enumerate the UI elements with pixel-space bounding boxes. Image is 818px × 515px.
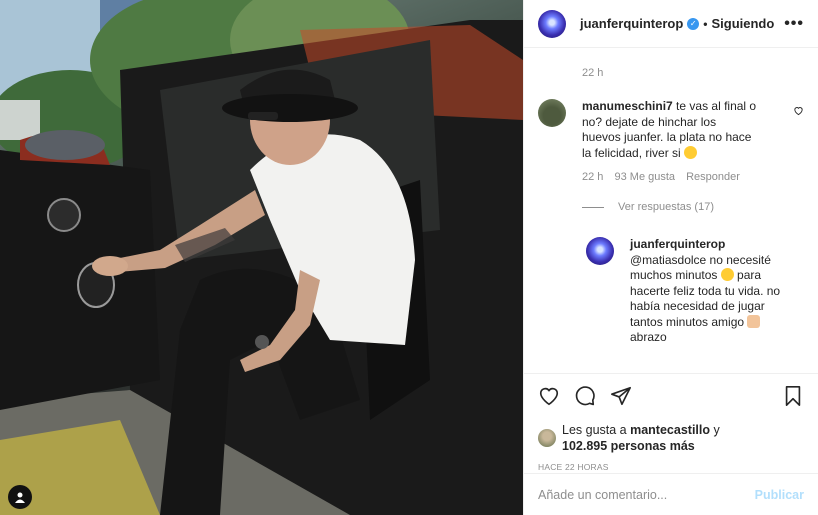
commenter-avatar[interactable] <box>538 99 566 127</box>
likes-prefix: Les gusta a <box>562 423 631 437</box>
comment-meta: 22 h 93 Me gusta Responder <box>582 170 757 186</box>
post-photo-illustration <box>0 0 523 515</box>
comment-icon[interactable] <box>574 385 596 407</box>
liker-username[interactable]: mantecastillo <box>630 423 710 437</box>
user-tag-icon <box>15 492 25 503</box>
view-replies-button[interactable]: Ver respuestas (17) <box>582 201 714 213</box>
share-icon[interactable] <box>610 385 632 407</box>
more-options-icon[interactable]: ••• <box>784 15 804 33</box>
comment-item: manumeschini7 te vas al final o no? deja… <box>538 99 804 186</box>
thumbs-up-emoji-icon <box>747 314 761 328</box>
post-actions: Les gusta a mantecastillo y 102.895 pers… <box>524 373 818 472</box>
comment-time: 22 h <box>582 171 604 183</box>
likes-suffix: y <box>710 423 720 437</box>
separator-dot: • <box>703 16 708 31</box>
smiling-face-emoji-icon <box>684 145 698 159</box>
comment-likes[interactable]: 93 Me gusta <box>614 171 675 183</box>
author-avatar[interactable] <box>538 9 566 38</box>
comments-list[interactable]: 22 h manumeschini7 te vas al final o no?… <box>524 49 818 373</box>
view-replies-label: Ver respuestas (17) <box>618 201 714 213</box>
comment-like-heart-icon[interactable] <box>793 105 804 116</box>
following-button[interactable]: Siguiendo <box>711 16 774 31</box>
commenter-username[interactable]: manumeschini7 <box>582 99 673 113</box>
reply-username[interactable]: juanferquinterop <box>630 237 725 251</box>
reply-mention[interactable]: @matiasdolce <box>630 253 706 267</box>
bookmark-icon[interactable] <box>782 385 804 407</box>
verified-badge-icon: ✓ <box>687 17 700 30</box>
zany-face-emoji-icon <box>720 268 734 281</box>
replies-divider <box>582 206 604 208</box>
heart-icon[interactable] <box>538 385 560 407</box>
post-header: juanferquinterop ✓ • Siguiendo ••• <box>524 0 818 48</box>
post-timestamp: HACE 22 HORAS <box>538 462 609 472</box>
caption-timestamp: 22 h <box>582 67 604 79</box>
post-photo <box>0 0 523 515</box>
add-comment-bar: Publicar <box>524 473 818 515</box>
likes-count[interactable]: 102.895 personas más <box>562 439 695 453</box>
action-icons-row <box>538 384 804 408</box>
comment-body: manumeschini7 te vas al final o no? deja… <box>582 99 757 186</box>
publish-button[interactable]: Publicar <box>755 488 804 502</box>
likes-text: Les gusta a mantecastillo y 102.895 pers… <box>562 422 720 454</box>
author-username[interactable]: juanferquinterop <box>580 16 683 31</box>
tag-people-button[interactable] <box>8 485 32 509</box>
reply-author-avatar[interactable] <box>586 237 614 265</box>
reply-body: juanferquinterop @matiasdolce no necesit… <box>630 237 790 346</box>
reply-item: juanferquinterop @matiasdolce no necesit… <box>586 237 804 346</box>
post-side-panel: juanferquinterop ✓ • Siguiendo ••• 22 h … <box>523 0 818 515</box>
reply-text-part-3: abrazo <box>630 330 667 344</box>
reply-button[interactable]: Responder <box>686 171 740 183</box>
liker-avatar[interactable] <box>538 429 556 447</box>
likes-summary: Les gusta a mantecastillo y 102.895 pers… <box>538 422 804 454</box>
comment-input[interactable] <box>538 487 755 502</box>
